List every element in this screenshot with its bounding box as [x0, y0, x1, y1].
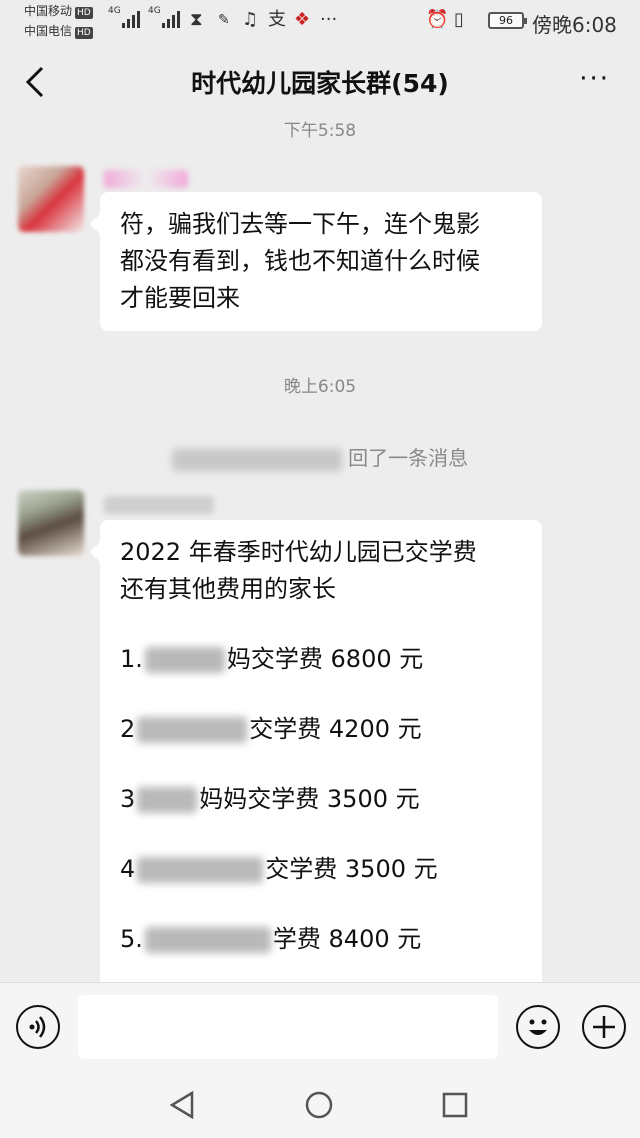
timestamp: 晚上6:05	[283, 377, 357, 397]
status-bar: 中国移动 HD 中国电信 HD 4G 4G ⧗ ✎ ♫ 支 ❖ ··· ⏰ ▯ 96…	[0, 0, 640, 44]
carrier-1: 中国移动 HD	[24, 4, 93, 19]
chat-header: 时代幼儿园家长群(54) ···	[0, 50, 640, 114]
alipay-icon: 支	[268, 9, 286, 30]
system-notice: 回了一条消息	[0, 442, 640, 471]
sender-name	[104, 170, 188, 188]
signal-icon: 4G	[108, 6, 140, 28]
vibrate-icon: ▯	[454, 9, 464, 30]
sender-name	[104, 496, 214, 514]
fee-item: 1. 妈交学费 6800 元	[120, 645, 424, 673]
signal-icon-2: 4G	[148, 6, 180, 28]
chat-title: 时代幼儿园家长群(54)	[191, 69, 449, 98]
timestamp: 下午5:58	[283, 121, 357, 141]
input-bar	[0, 982, 640, 1070]
fee-item: 3 妈妈交学费 3500 元	[120, 785, 420, 813]
hourglass-icon: ⧗	[190, 9, 203, 30]
fee-item: 2 交学费 4200 元	[120, 715, 422, 743]
avatar[interactable]	[18, 490, 84, 556]
message-input[interactable]	[78, 995, 498, 1059]
fee-item: 5. 学费 8400 元	[120, 925, 422, 953]
alarm-icon: ⏰	[426, 9, 449, 30]
fee-item: 4 交学费 3500 元	[120, 855, 438, 883]
more-options-icon[interactable]: ···	[579, 64, 610, 94]
nav-home-icon[interactable]	[304, 1090, 334, 1120]
app-icon: ✎	[218, 12, 230, 28]
music-icon: ♫	[242, 9, 259, 30]
message-bubble[interactable]: 符，骗我们去等一下午，连个鬼影 都没有看到，钱也不知道什么时候 才能要回来	[90, 192, 542, 331]
add-more-icon[interactable]	[582, 1005, 626, 1049]
app-icon-red: ❖	[294, 9, 311, 30]
nav-recents-icon[interactable]	[440, 1090, 470, 1120]
emoji-icon[interactable]	[516, 1005, 560, 1049]
avatar[interactable]	[18, 166, 84, 232]
carrier-2: 中国电信 HD	[24, 24, 93, 39]
voice-input-icon[interactable]	[16, 1005, 60, 1049]
system-navigation-bar	[0, 1070, 640, 1138]
battery-icon: 96	[488, 12, 527, 29]
status-time: 傍晚6:08	[532, 13, 617, 37]
chat-messages[interactable]: 下午5:58 符，骗我们去等一下午，连个鬼影 都没有看到，钱也不知道什么时候 才…	[0, 114, 640, 982]
more-notifications-icon: ···	[320, 9, 338, 30]
message-bubble[interactable]: 2022 年春季时代幼儿园已交学费 还有其他费用的家长 1. 妈交学费 6800…	[90, 520, 542, 982]
nav-back-icon[interactable]	[168, 1090, 198, 1120]
